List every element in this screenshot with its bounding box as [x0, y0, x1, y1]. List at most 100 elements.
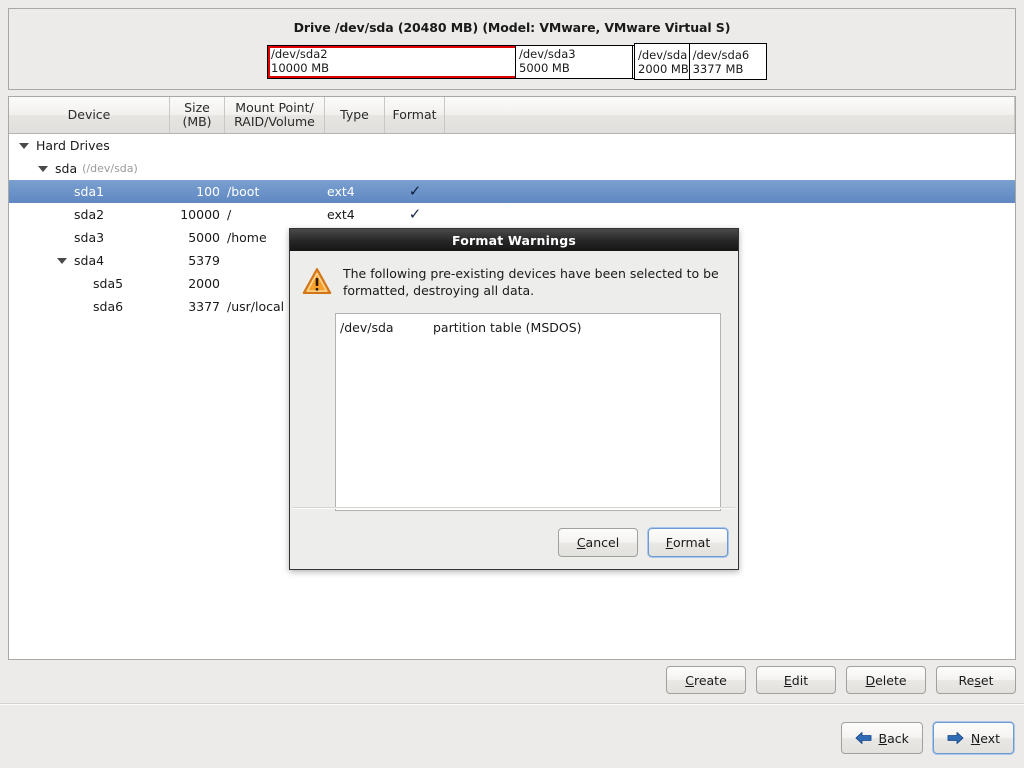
- drive-partition-bar[interactable]: /dev/sda2 10000 MB /dev/sda3 5000 MB /de…: [267, 43, 767, 80]
- column-header-mount-line1: Mount Point/: [235, 100, 314, 115]
- footer-divider: [0, 703, 1024, 705]
- dialog-device-list[interactable]: /dev/sda partition table (MSDOS): [335, 313, 721, 511]
- spacer-icon: [76, 301, 87, 312]
- drive-bar-partition-sda3[interactable]: /dev/sda3 5000 MB: [516, 46, 633, 78]
- edit-button[interactable]: Edit: [756, 666, 836, 694]
- table-row[interactable]: sda2 10000 / ext4 ✓: [9, 203, 1015, 226]
- row-size-cell: 5000: [188, 230, 220, 245]
- drive-bar-partition-sda2[interactable]: /dev/sda2 10000 MB: [268, 46, 516, 78]
- column-header-device[interactable]: Device: [9, 97, 170, 133]
- delete-button-accel: D: [865, 672, 876, 688]
- column-header-mount-line2: RAID/Volume: [234, 114, 315, 129]
- row-size-cell: 100: [196, 184, 220, 199]
- row-device-cell: sda5: [9, 276, 170, 291]
- chevron-down-icon[interactable]: [19, 140, 30, 151]
- row-device-path: (/dev/sda): [82, 162, 138, 175]
- column-header-mount-point[interactable]: Mount Point/ RAID/Volume: [225, 97, 325, 133]
- dialog-title: Format Warnings: [290, 229, 738, 251]
- back-button-accel: B: [878, 730, 888, 746]
- arrow-left-icon: [855, 732, 871, 744]
- list-item[interactable]: /dev/sda partition table (MSDOS): [340, 319, 720, 336]
- spacer-icon: [57, 232, 68, 243]
- partition-name: /dev/sda2: [271, 47, 328, 61]
- row-device-label: Hard Drives: [36, 138, 110, 153]
- spacer-icon: [57, 209, 68, 220]
- drive-summary-panel: Drive /dev/sda (20480 MB) (Model: VMware…: [8, 8, 1016, 90]
- partition-size: 2000 MB: [638, 61, 689, 76]
- drive-title: Drive /dev/sda (20480 MB) (Model: VMware…: [293, 20, 731, 35]
- delete-button-label: elete: [875, 672, 907, 688]
- format-check-icon: ✓: [408, 205, 422, 223]
- format-button-accel: F: [665, 535, 673, 550]
- drive-bar-partition-sda5[interactable]: /dev/sda 2000 MB: [635, 44, 690, 79]
- partition-name: /dev/sda6: [692, 48, 750, 62]
- row-mount-cell: /boot: [227, 184, 260, 199]
- row-type-cell: ext4: [327, 207, 355, 222]
- wizard-nav-buttons: Back Next: [840, 722, 1014, 754]
- edit-button-label: dit: [791, 672, 809, 688]
- chevron-down-icon[interactable]: [57, 255, 68, 266]
- next-button[interactable]: Next: [932, 722, 1014, 754]
- cancel-button-accel: C: [576, 535, 586, 550]
- cancel-button[interactable]: Cancel: [558, 528, 638, 557]
- row-device-label: sda2: [74, 207, 105, 222]
- drive-bar-extended-container[interactable]: /dev/sda 2000 MB /dev/sda6 3377 MB: [634, 43, 767, 80]
- row-format-cell: ✓: [385, 207, 445, 222]
- reset-button-label-a: Re: [958, 672, 975, 688]
- back-button-label: ack: [887, 730, 909, 746]
- spacer-icon: [76, 278, 87, 289]
- delete-button[interactable]: Delete: [846, 666, 926, 694]
- chevron-down-icon[interactable]: [38, 163, 49, 174]
- dialog-action-buttons: Cancel Format: [558, 528, 728, 557]
- column-header-format[interactable]: Format: [385, 97, 445, 133]
- row-size-cell: 2000: [188, 276, 220, 291]
- row-device-label: sda4: [74, 253, 105, 268]
- dialog-message-text: The following pre-existing devices have …: [343, 266, 719, 298]
- column-header-size-line2: (MB): [182, 114, 212, 129]
- column-header-type[interactable]: Type: [325, 97, 385, 133]
- row-device-cell: Hard Drives: [9, 138, 170, 153]
- row-device-cell: sda1: [9, 184, 170, 199]
- partition-size: 3377 MB: [692, 61, 744, 76]
- row-size-cell: 10000: [180, 207, 220, 222]
- row-device-label: sda6: [93, 299, 124, 314]
- reset-button-label-b: et: [980, 672, 994, 688]
- next-button-accel: N: [970, 730, 981, 746]
- spacer-icon: [57, 186, 68, 197]
- column-header-size-line1: Size: [184, 100, 210, 115]
- table-row[interactable]: Hard Drives: [9, 134, 1015, 157]
- format-button[interactable]: Format: [648, 528, 728, 557]
- format-check-icon: ✓: [408, 182, 422, 200]
- row-size-cell: 3377: [188, 299, 220, 314]
- row-device-label: sda: [55, 161, 78, 176]
- next-button-label: ext: [980, 730, 1000, 746]
- column-header-filler: [445, 97, 1015, 133]
- partition-name: /dev/sda3: [519, 47, 576, 61]
- column-header-size[interactable]: Size (MB): [170, 97, 225, 133]
- dialog-divider: [293, 507, 735, 509]
- arrow-right-icon: [947, 732, 964, 744]
- partition-size: 5000 MB: [519, 60, 570, 75]
- device-tree-header: Device Size (MB) Mount Point/ RAID/Volum…: [9, 97, 1015, 134]
- list-item-device: /dev/sda: [340, 320, 394, 335]
- row-type-cell: ext4: [327, 184, 355, 199]
- create-button[interactable]: Create: [666, 666, 746, 694]
- row-device-cell: sda4: [9, 253, 170, 268]
- row-device-cell: sda3: [9, 230, 170, 245]
- back-button[interactable]: Back: [840, 722, 923, 754]
- dialog-message-row: The following pre-existing devices have …: [302, 265, 724, 299]
- partition-size: 10000 MB: [271, 60, 330, 75]
- row-device-label: sda1: [74, 184, 105, 199]
- table-row-selected[interactable]: sda1 100 /boot ext4 ✓: [9, 180, 1015, 203]
- row-device-label: sda3: [74, 230, 105, 245]
- drive-bar-partition-sda6[interactable]: /dev/sda6 3377 MB: [689, 44, 766, 79]
- format-warnings-dialog[interactable]: Format Warnings The following pre-existi…: [289, 228, 739, 570]
- edit-button-accel: E: [783, 672, 792, 688]
- row-device-label: sda5: [93, 276, 124, 291]
- reset-button[interactable]: Re s et: [936, 666, 1016, 694]
- row-device-cell: sda2: [9, 207, 170, 222]
- table-row[interactable]: sda (/dev/sda): [9, 157, 1015, 180]
- row-mount-cell: /: [227, 207, 232, 222]
- create-button-label: reate: [693, 672, 727, 688]
- row-device-cell: sda6: [9, 299, 170, 314]
